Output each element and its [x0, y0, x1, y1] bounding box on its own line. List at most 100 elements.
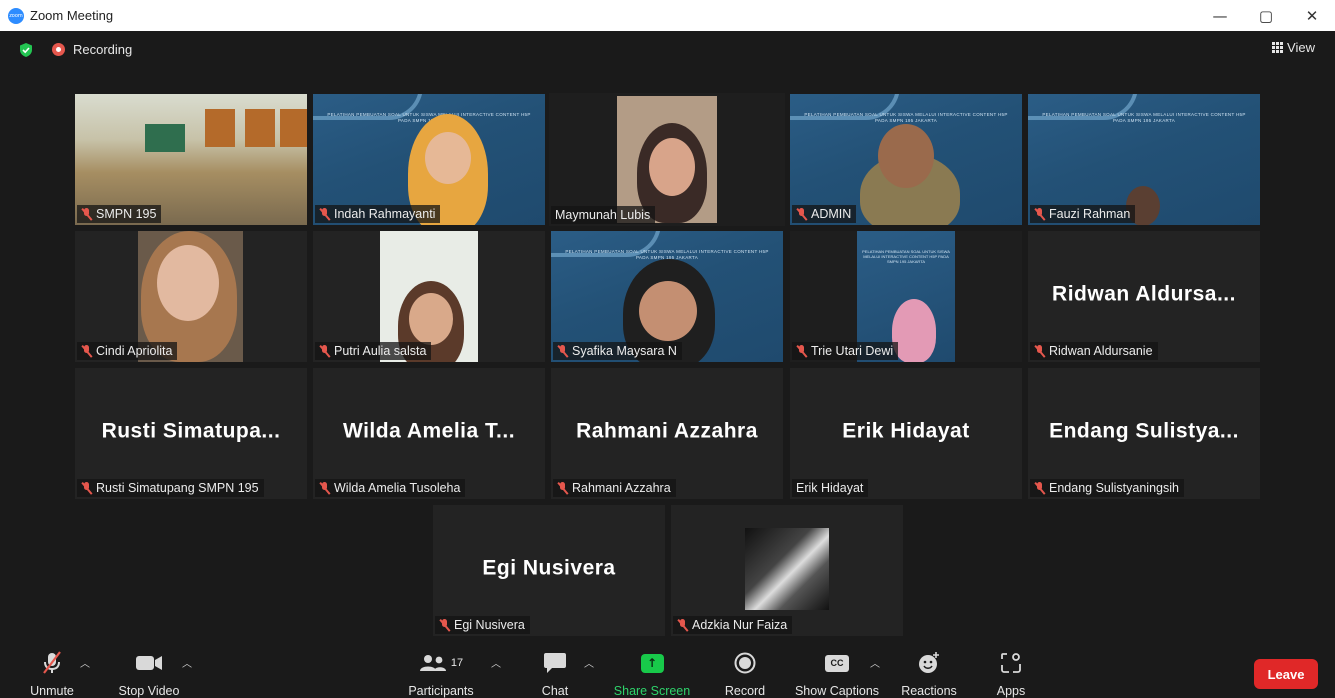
show-captions-button[interactable]: CC Show Captions: [793, 650, 881, 698]
participant-display-name: Egi Nusivera: [482, 556, 616, 580]
participant-tile[interactable]: Erik Hidayat Erik Hidayat: [790, 368, 1022, 499]
restore-button[interactable]: ▢: [1243, 0, 1289, 31]
reactions-button[interactable]: Reactions: [899, 650, 959, 698]
participants-options-caret-icon[interactable]: ︿: [491, 655, 501, 670]
participant-name-tag: Erik Hidayat: [792, 479, 869, 497]
participant-display-name: Rusti Simatupa...: [101, 419, 281, 443]
participant-name-tag: Rusti Simatupang SMPN 195: [77, 479, 264, 497]
chat-options-caret-icon[interactable]: ︿: [584, 655, 594, 670]
participant-name: Putri Aulia salsta: [334, 344, 427, 358]
video-camera-icon: [136, 656, 162, 670]
apps-button[interactable]: Apps: [994, 650, 1028, 698]
participant-tile[interactable]: Ridwan Aldursa... Ridwan Aldursanie: [1028, 231, 1260, 362]
participant-tile[interactable]: Endang Sulistya... Endang Sulistyaningsi…: [1028, 368, 1260, 499]
participant-name-tag: Trie Utari Dewi: [792, 342, 899, 360]
participant-tile[interactable]: PELATIHAN PEMBUATAN SOAL UNTUK SISWA MEL…: [551, 231, 783, 362]
participant-tile[interactable]: PELATIHAN PEMBUATAN SOAL UNTUK SISWA MEL…: [790, 94, 1022, 225]
participant-name-tag: Fauzi Rahman: [1030, 205, 1136, 223]
participant-tile[interactable]: PELATIHAN PEMBUATAN SOAL UNTUK SISWA MEL…: [313, 94, 545, 225]
participant-name: Endang Sulistyaningsih: [1049, 481, 1179, 495]
mic-muted-icon: [796, 207, 807, 221]
app-icon-text: zoom: [9, 12, 23, 19]
close-button[interactable]: ✕: [1289, 0, 1335, 31]
window-controls: — ▢ ✕: [1197, 0, 1335, 31]
participants-count: 17: [450, 657, 464, 669]
participant-name-tag: Putri Aulia salsta: [315, 342, 432, 360]
apps-label: Apps: [996, 684, 1026, 698]
participant-name: Maymunah Lubis: [555, 208, 651, 222]
recording-label[interactable]: Recording: [73, 42, 132, 57]
meeting-top-bar: [0, 31, 1335, 69]
participant-name-tag: ADMIN: [792, 205, 857, 223]
participant-tile[interactable]: Putri Aulia salsta: [313, 231, 545, 362]
participant-video-person: [892, 299, 936, 362]
mic-muted-icon: [319, 481, 330, 495]
mic-muted-icon: [81, 344, 92, 358]
captions-options-caret-icon[interactable]: ︿: [870, 655, 880, 670]
active-speaker-tile[interactable]: Maymunah Lubis: [549, 93, 785, 226]
mic-muted-icon: [1034, 207, 1045, 221]
view-label: View: [1287, 40, 1315, 55]
participant-name: Trie Utari Dewi: [811, 344, 894, 358]
encryption-shield-icon[interactable]: [19, 43, 33, 57]
view-button[interactable]: View: [1272, 40, 1315, 55]
leave-button[interactable]: Leave: [1254, 659, 1318, 689]
participant-name: Adzkia Nur Faiza: [692, 618, 788, 632]
participant-tile[interactable]: Rusti Simatupa... Rusti Simatupang SMPN …: [75, 368, 307, 499]
slide-text: PELATIHAN PEMBUATAN SOAL UNTUK SISWA MEL…: [862, 249, 950, 264]
participant-tile[interactable]: PELATIHAN PEMBUATAN SOAL UNTUK SISWA MEL…: [1028, 94, 1260, 225]
window-title: Zoom Meeting: [30, 8, 114, 23]
participant-name: Ridwan Aldursanie: [1049, 344, 1153, 358]
participant-display-name: Erik Hidayat: [842, 419, 970, 443]
apps-icon: [1001, 653, 1021, 673]
window-titlebar: zoom Zoom Meeting — ▢ ✕: [0, 0, 1335, 31]
mic-muted-icon: [81, 207, 92, 221]
grid-view-icon: [1272, 42, 1284, 53]
mic-muted-icon: [81, 481, 92, 495]
participant-tile[interactable]: Adzkia Nur Faiza: [671, 505, 903, 636]
audio-options-caret-icon[interactable]: ︿: [80, 655, 90, 670]
mic-muted-icon: [439, 618, 450, 632]
participant-name-tag: Wilda Amelia Tusoleha: [315, 479, 466, 497]
mic-muted-icon: [557, 344, 568, 358]
chat-bubble-icon: [544, 653, 566, 673]
participant-name: Erik Hidayat: [796, 481, 864, 495]
record-button[interactable]: Record: [722, 650, 768, 698]
participant-name: Rahmani Azzahra: [572, 481, 671, 495]
participant-name: ADMIN: [811, 207, 852, 221]
participant-name: Rusti Simatupang SMPN 195: [96, 481, 259, 495]
mic-muted-icon: [1034, 481, 1045, 495]
participant-display-name: Wilda Amelia T...: [342, 419, 516, 443]
participant-display-name: Endang Sulistya...: [1049, 419, 1239, 443]
participant-video-person: [745, 528, 829, 610]
chat-label: Chat: [541, 684, 569, 698]
participant-tile[interactable]: Egi Nusivera Egi Nusivera: [433, 505, 665, 636]
participant-name-tag: Ridwan Aldursanie: [1030, 342, 1158, 360]
participant-name-tag: Egi Nusivera: [435, 616, 530, 634]
slide-text: PELATIHAN PEMBUATAN SOAL UNTUK SISWA MEL…: [804, 112, 1008, 123]
share-screen-button[interactable]: ↑ Share Screen: [614, 650, 690, 698]
participant-name-tag: SMPN 195: [77, 205, 162, 223]
participant-name: Fauzi Rahman: [1049, 207, 1131, 221]
share-screen-label: Share Screen: [613, 684, 691, 698]
participant-name-tag: Endang Sulistyaningsih: [1030, 479, 1184, 497]
participant-name-tag: Adzkia Nur Faiza: [673, 616, 793, 634]
video-options-caret-icon[interactable]: ︿: [182, 655, 192, 670]
unmute-label: Unmute: [30, 684, 74, 698]
stop-video-button[interactable]: Stop Video: [116, 650, 182, 698]
participant-tile[interactable]: SMPN 195: [75, 94, 307, 225]
unmute-button[interactable]: Unmute: [28, 650, 76, 698]
participant-display-name: Ridwan Aldursa...: [1052, 282, 1236, 306]
zoom-app-icon: zoom: [8, 7, 24, 24]
chat-button[interactable]: Chat: [538, 650, 572, 698]
participants-button[interactable]: 17 Participants: [405, 650, 477, 698]
participant-tile[interactable]: Wilda Amelia T... Wilda Amelia Tusoleha: [313, 368, 545, 499]
participant-tile[interactable]: Cindi Apriolita: [75, 231, 307, 362]
mic-muted-icon: [796, 344, 807, 358]
recording-icon: [52, 43, 65, 56]
participant-name: Wilda Amelia Tusoleha: [334, 481, 461, 495]
minimize-button[interactable]: —: [1197, 0, 1243, 31]
participant-tile[interactable]: Rahmani Azzahra Rahmani Azzahra: [551, 368, 783, 499]
mic-muted-icon: [557, 481, 568, 495]
participant-tile[interactable]: PELATIHAN PEMBUATAN SOAL UNTUK SISWA MEL…: [790, 231, 1022, 362]
